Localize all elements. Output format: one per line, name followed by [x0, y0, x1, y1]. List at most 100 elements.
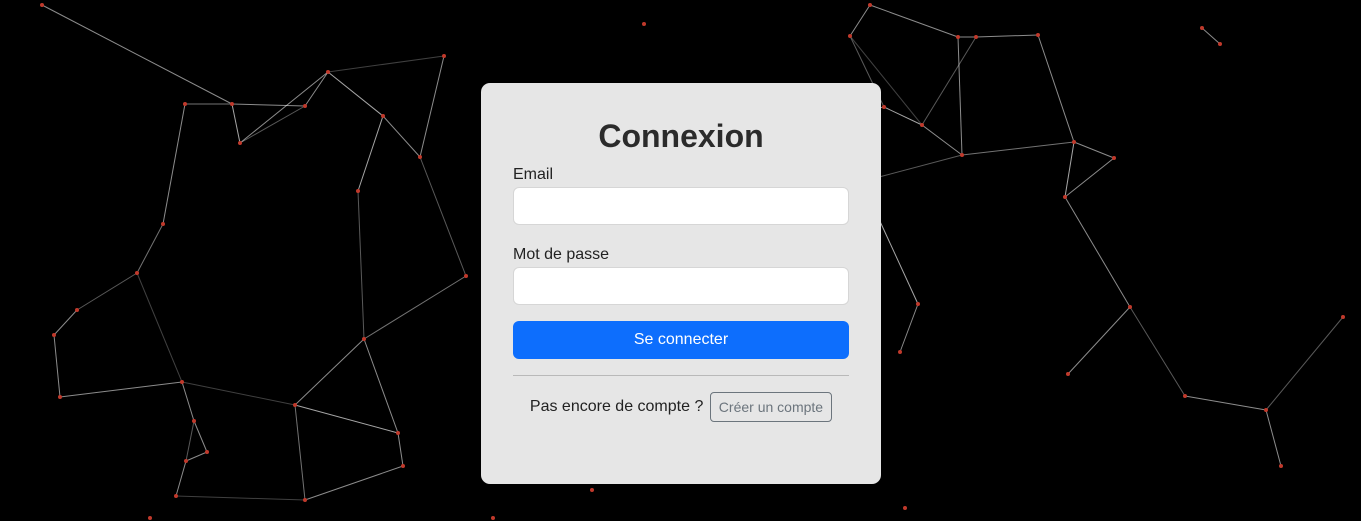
- network-edge: [136, 272, 183, 383]
- network-node: [180, 380, 184, 384]
- network-node: [135, 271, 139, 275]
- email-field[interactable]: [513, 187, 849, 225]
- network-edge: [1265, 409, 1282, 467]
- network-edge: [419, 156, 467, 277]
- network-node: [491, 516, 495, 520]
- network-edge: [304, 71, 329, 107]
- network-edge: [363, 338, 399, 434]
- network-edge: [878, 154, 963, 178]
- network-node: [868, 3, 872, 7]
- login-button[interactable]: Se connecter: [513, 321, 849, 359]
- network-node: [238, 141, 242, 145]
- network-node: [642, 22, 646, 26]
- network-node: [916, 302, 920, 306]
- network-edge: [59, 381, 183, 398]
- network-node: [183, 102, 187, 106]
- network-node: [303, 104, 307, 108]
- network-edge: [1129, 306, 1186, 397]
- network-node: [52, 333, 56, 337]
- network-edge: [899, 303, 919, 353]
- network-node: [174, 494, 178, 498]
- network-node: [381, 114, 385, 118]
- network-edge: [1265, 316, 1344, 411]
- network-edge: [185, 420, 195, 462]
- network-node: [356, 189, 360, 193]
- network-edge: [76, 272, 138, 311]
- network-node: [1036, 33, 1040, 37]
- network-node: [161, 222, 165, 226]
- network-edge: [357, 190, 365, 340]
- network-node: [1072, 140, 1076, 144]
- network-edge: [1201, 27, 1221, 45]
- network-edge: [175, 495, 306, 501]
- network-node: [58, 395, 62, 399]
- network-node: [75, 308, 79, 312]
- network-edge: [961, 141, 1075, 156]
- network-node: [396, 431, 400, 435]
- network-node: [1128, 305, 1132, 309]
- network-edge: [53, 309, 78, 336]
- network-edge: [136, 223, 164, 274]
- register-row: Pas encore de compte ? Créer un compte: [513, 392, 849, 422]
- network-node: [590, 488, 594, 492]
- network-edge: [363, 275, 467, 340]
- network-node: [956, 35, 960, 39]
- network-edge: [239, 71, 329, 144]
- network-node: [1183, 394, 1187, 398]
- network-node: [148, 516, 152, 520]
- network-edge: [327, 71, 384, 117]
- network-node: [882, 105, 886, 109]
- network-edge: [162, 103, 186, 225]
- network-node: [1279, 464, 1283, 468]
- network-edge: [975, 34, 1039, 38]
- network-edge: [1064, 141, 1075, 198]
- network-node: [960, 153, 964, 157]
- network-edge: [869, 4, 959, 38]
- network-node: [362, 337, 366, 341]
- network-node: [1200, 26, 1204, 30]
- network-edge: [175, 460, 187, 497]
- network-node: [903, 506, 907, 510]
- network-node: [401, 464, 405, 468]
- network-edge: [382, 115, 421, 158]
- create-account-button[interactable]: Créer un compte: [709, 392, 833, 422]
- network-node: [442, 54, 446, 58]
- network-edge: [294, 404, 399, 434]
- network-edge: [883, 106, 923, 126]
- network-edge: [1073, 141, 1115, 159]
- network-node: [920, 123, 924, 127]
- network-edge: [304, 465, 404, 501]
- network-node: [205, 450, 209, 454]
- network-edge: [1064, 196, 1131, 308]
- email-label: Email: [513, 166, 554, 183]
- network-edge: [1067, 306, 1131, 375]
- network-node: [1264, 408, 1268, 412]
- password-field[interactable]: [513, 267, 849, 305]
- network-edge: [1064, 157, 1115, 198]
- network-edge: [921, 36, 977, 126]
- network-node: [1112, 156, 1116, 160]
- network-edge: [1037, 34, 1075, 143]
- network-node: [184, 459, 188, 463]
- network-node: [326, 70, 330, 74]
- network-node: [898, 350, 902, 354]
- network-node: [40, 3, 44, 7]
- network-edge: [849, 4, 871, 37]
- network-node: [418, 155, 422, 159]
- network-edge: [41, 4, 233, 105]
- network-node: [230, 102, 234, 106]
- network-edge: [193, 420, 208, 453]
- network-edge: [294, 404, 306, 501]
- network-node: [293, 403, 297, 407]
- network-edge: [957, 36, 963, 156]
- network-edge: [294, 338, 365, 406]
- network-edge: [181, 381, 195, 422]
- login-card: Connexion Email Mot de passe Se connecte…: [481, 83, 881, 484]
- network-edge: [921, 124, 963, 156]
- network-edge: [231, 103, 241, 144]
- password-label: Mot de passe: [513, 246, 610, 263]
- network-edge: [239, 105, 306, 144]
- network-node: [848, 34, 852, 38]
- network-node: [1063, 195, 1067, 199]
- network-edge: [231, 103, 306, 107]
